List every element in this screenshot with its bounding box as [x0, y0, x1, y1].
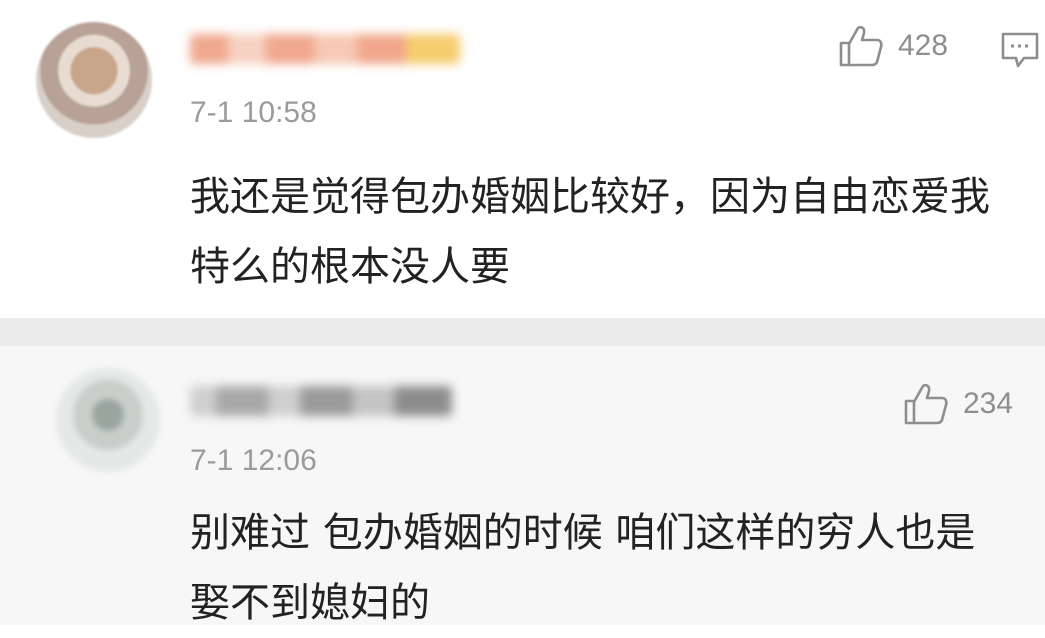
avatar[interactable] [36, 22, 152, 138]
like-count: 234 [963, 387, 1014, 420]
comment-text: 我还是觉得包办婚姻比较好，因为自由恋爱我特么的根本没人要 [190, 174, 990, 290]
like-button[interactable]: 234 [903, 382, 1013, 426]
like-count: 428 [898, 29, 949, 62]
separator [0, 318, 1045, 346]
avatar[interactable] [56, 368, 160, 472]
comment-time: 7-1 10:58 [190, 96, 317, 129]
thumbs-up-icon [838, 24, 884, 68]
username-blurred[interactable] [190, 34, 460, 64]
comment-time: 7-1 12:06 [190, 444, 317, 477]
like-button[interactable]: 428 [838, 24, 948, 68]
comment-text: 别难过 包办婚姻的时候 咱们这样的穷人也是娶不到媳妇的 [190, 510, 976, 626]
username-blurred[interactable] [190, 386, 452, 416]
comment-icon[interactable] [1000, 30, 1040, 74]
comment-item: 7-1 10:58 428 我还是觉得包办婚姻比较好，因为自由恋爱我特么的根本没… [0, 0, 1045, 318]
thumbs-up-icon [903, 382, 949, 426]
reply-item: 7-1 12:06 234 别难过 包办婚姻的时候 咱们这样的穷人也是娶不到媳妇… [0, 346, 1045, 626]
